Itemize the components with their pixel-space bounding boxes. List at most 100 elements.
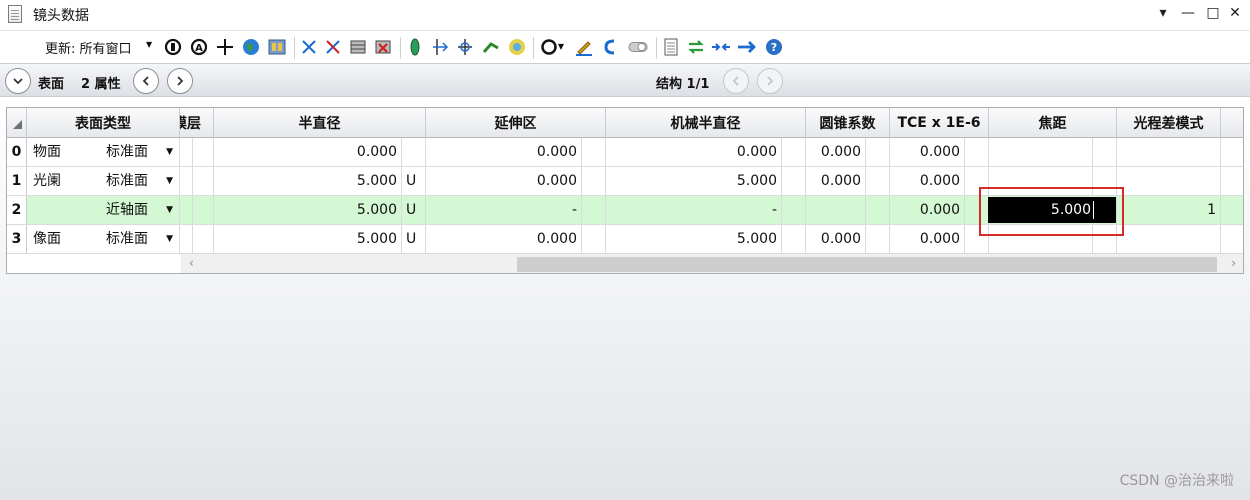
navigation-bar: 表面 2 属性 结构 1/1 — [0, 63, 1250, 97]
grid-corner[interactable] — [7, 108, 27, 138]
opd-mode-cell[interactable]: 1 — [1117, 196, 1221, 224]
minimize-icon[interactable]: — — [1178, 5, 1198, 21]
opd-mode-cell[interactable] — [1117, 138, 1221, 166]
scroll-left-icon[interactable]: ‹ — [189, 256, 194, 270]
chip-zone-cell[interactable]: 0.000 — [426, 138, 582, 166]
row-number[interactable]: 0 — [7, 138, 27, 166]
chevron-down-icon[interactable]: ▼ — [146, 40, 152, 49]
tce-cell[interactable]: 0.000 — [890, 196, 965, 224]
surface-type-value: 近轴面 — [106, 202, 148, 218]
surface-type-cell[interactable]: 近轴面 ▼ — [27, 196, 180, 224]
row-number[interactable]: 3 — [7, 225, 27, 253]
surface-type-cell[interactable]: 物面 标准面 ▼ — [27, 138, 180, 166]
swap-icon[interactable] — [686, 37, 706, 57]
tce-cell[interactable]: 0.000 — [890, 225, 965, 253]
surface-type-cell[interactable]: 光阑 标准面 ▼ — [27, 167, 180, 195]
chip-zone-cell[interactable]: 0.000 — [426, 167, 582, 195]
chevron-down-icon[interactable]: ▼ — [166, 196, 173, 224]
chevron-down-icon[interactable]: ▼ — [166, 167, 173, 195]
layout-icon[interactable] — [267, 37, 287, 57]
header-mech-semi-diameter[interactable]: 机械半直径 — [606, 108, 806, 138]
mech-semi-diameter-cell[interactable]: 0.000 — [606, 138, 782, 166]
edit-pen-icon[interactable] — [574, 37, 594, 57]
conic-cell[interactable]: 0.000 — [806, 138, 866, 166]
notes-icon[interactable] — [661, 37, 681, 57]
semi-diameter-cell[interactable]: 5.000 — [214, 225, 402, 253]
header-surface-type[interactable]: 表面类型 — [27, 108, 180, 138]
coating-icon[interactable] — [348, 37, 368, 57]
tce-cell[interactable]: 0.000 — [890, 138, 965, 166]
solve-flag-cell[interactable]: U — [402, 196, 426, 224]
undo-icon[interactable] — [601, 37, 621, 57]
semi-diameter-cell[interactable]: 5.000 — [214, 167, 402, 195]
chevron-down-icon[interactable]: ▼ — [556, 37, 566, 57]
header-conic[interactable]: 圆锥系数 — [806, 108, 890, 138]
horizontal-scrollbar[interactable]: ‹ › — [181, 253, 1243, 273]
solve-flag-cell[interactable] — [402, 138, 426, 166]
header-opd-mode[interactable]: 光程差模式 — [1117, 108, 1221, 138]
tce-cell[interactable]: 0.000 — [890, 167, 965, 195]
lens-icon[interactable] — [405, 37, 425, 57]
header-semi-diameter[interactable]: 半直径 — [214, 108, 426, 138]
header-coating[interactable]: 膜层 — [180, 108, 214, 138]
chip-zone-cell[interactable]: 0.000 — [426, 225, 582, 253]
surface-type-cell[interactable]: 像面 标准面 ▼ — [27, 225, 180, 253]
previous-surface-button[interactable] — [133, 68, 159, 94]
header-tce[interactable]: TCE x 1E-6 — [890, 108, 989, 138]
update-dropdown[interactable]: 更新: 所有窗口 — [45, 38, 132, 57]
tilt-decenter-icon[interactable] — [481, 37, 501, 57]
maximize-icon[interactable]: □ — [1203, 5, 1223, 21]
toolbar: 更新: 所有窗口 ▼ A ▼ ? — [0, 30, 1250, 63]
highlight-frame — [979, 187, 1124, 236]
crosshair-icon[interactable] — [215, 37, 235, 57]
reverse-elements-icon[interactable] — [455, 37, 475, 57]
chip-zone-cell[interactable]: - — [426, 196, 582, 224]
ray-icon[interactable] — [430, 37, 450, 57]
collapse-arrows-icon[interactable] — [711, 37, 731, 57]
auto-refresh-icon[interactable]: A — [189, 37, 209, 57]
arrow-right-icon[interactable] — [737, 37, 757, 57]
scroll-right-icon[interactable]: › — [1231, 256, 1236, 270]
semi-diameter-cell[interactable]: 0.000 — [214, 138, 402, 166]
delete-surface-icon[interactable] — [323, 37, 343, 57]
chevron-down-icon[interactable]: ▼ — [166, 225, 173, 253]
scrollbar-thumb[interactable] — [517, 257, 1217, 272]
remove-coating-icon[interactable] — [373, 37, 393, 57]
surface-label: 表面 — [38, 77, 65, 92]
mech-semi-diameter-cell[interactable]: 5.000 — [606, 225, 782, 253]
globe-icon[interactable] — [241, 37, 261, 57]
focal-length-cell[interactable] — [989, 138, 1093, 166]
close-icon[interactable]: ✕ — [1225, 5, 1245, 21]
conic-cell[interactable]: 0.000 — [806, 167, 866, 195]
table-row[interactable]: 0 物面 标准面 ▼ 0.000 0.000 0.000 0.000 0.000 — [7, 138, 1243, 167]
header-chip-zone[interactable]: 延伸区 — [426, 108, 606, 138]
help-icon[interactable]: ? — [764, 37, 784, 57]
document-icon — [8, 5, 22, 23]
opd-mode-cell[interactable] — [1117, 225, 1221, 253]
row-number[interactable]: 2 — [7, 196, 27, 224]
refresh-icon[interactable] — [163, 37, 183, 57]
row-number[interactable]: 1 — [7, 167, 27, 195]
mech-semi-diameter-cell[interactable]: - — [606, 196, 782, 224]
content-area: 表面类型 膜层 半直径 延伸区 机械半直径 圆锥系数 TCE x 1E-6 焦距… — [0, 97, 1250, 500]
solve-flag-cell[interactable]: U — [402, 167, 426, 195]
expand-button[interactable] — [5, 68, 31, 94]
insert-surface-icon[interactable] — [299, 37, 319, 57]
chevron-down-icon[interactable]: ▼ — [166, 138, 173, 166]
conic-cell[interactable] — [806, 196, 866, 224]
svg-text:A: A — [195, 43, 203, 54]
dropdown-icon[interactable]: ▾ — [1153, 5, 1173, 21]
header-focal-length[interactable]: 焦距 — [989, 108, 1117, 138]
opd-mode-cell[interactable] — [1117, 167, 1221, 195]
next-configuration-button[interactable] — [757, 68, 783, 94]
color-wheel-icon[interactable] — [507, 37, 527, 57]
mech-semi-diameter-cell[interactable]: 5.000 — [606, 167, 782, 195]
semi-diameter-cell[interactable]: 5.000 — [214, 196, 402, 224]
previous-configuration-button[interactable] — [723, 68, 749, 94]
solve-flag-cell[interactable]: U — [402, 225, 426, 253]
surface-type-value: 标准面 — [106, 144, 148, 160]
surface-comment: 光阑 — [33, 173, 61, 189]
toggle-icon[interactable] — [628, 37, 648, 57]
conic-cell[interactable]: 0.000 — [806, 225, 866, 253]
next-surface-button[interactable] — [167, 68, 193, 94]
